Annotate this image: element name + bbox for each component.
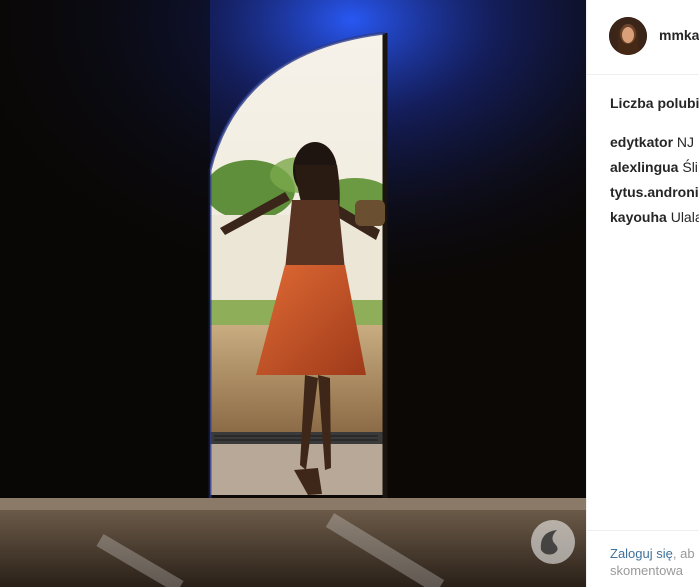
likes-count[interactable]: Liczba polubie [610,95,699,111]
comments-list: edytkator NJ alexlingua Śli tytus.andron… [610,133,699,233]
login-prompt: Zaloguj się, ab skomentowa [587,530,699,579]
post-sidebar: mmka Liczba polubie edytkator NJ alexlin… [586,0,699,587]
photo-scene [0,0,586,587]
comment-item: edytkator NJ [610,133,699,158]
username-link[interactable]: mmka [659,27,699,43]
comment-text: Ulala [670,209,699,225]
comment-text: Śli [682,159,698,175]
comment-author[interactable]: alexlingua [610,159,678,175]
comment-item: alexlingua Śli [610,158,699,183]
comment-author[interactable]: tytus.andronic [610,184,699,200]
comment-prompt-text: skomentowa [610,563,683,578]
post-photo[interactable] [0,0,586,587]
login-suffix: , ab [672,546,695,561]
watermark-logo-icon [531,520,575,564]
post-header: mmka [587,0,699,75]
comment-author[interactable]: kayouha [610,209,667,225]
login-line: Zaloguj się, ab [610,545,699,562]
comment-item: kayouha Ulala [610,208,699,233]
comment-text: NJ [676,134,695,150]
login-link[interactable]: Zaloguj się [610,546,673,561]
comment-item: tytus.andronic [610,183,699,208]
avatar[interactable] [609,17,647,55]
comment-author[interactable]: edytkator [610,134,673,150]
